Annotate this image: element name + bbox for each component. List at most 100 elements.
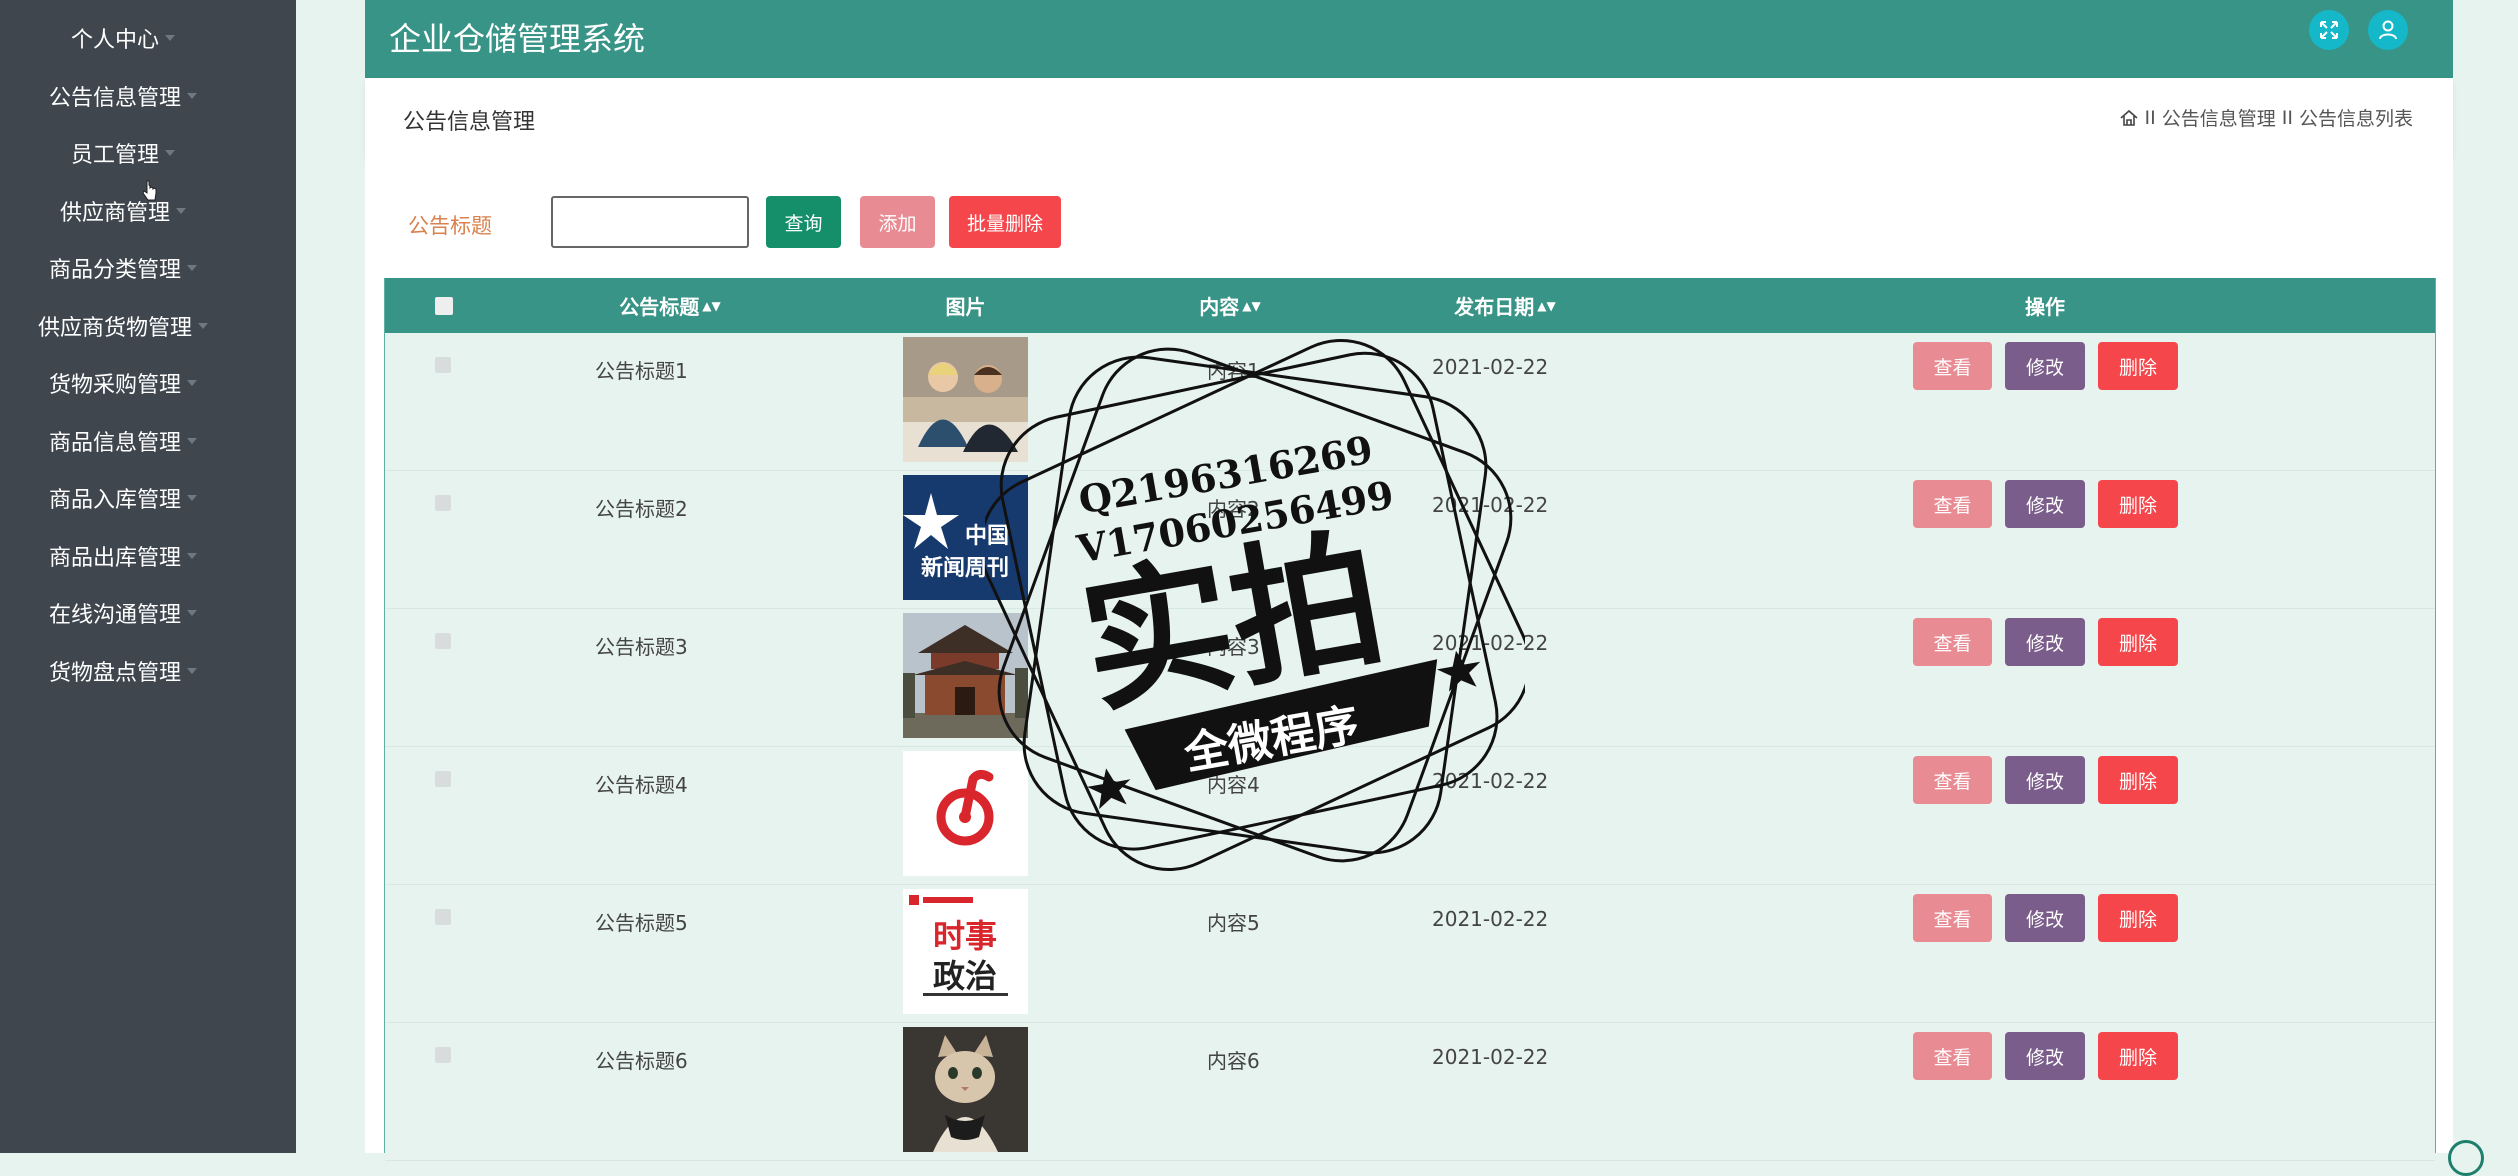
table-header: 公告标题 ▲▼ 图片 内容 ▲▼ 发布日期 ▲▼ 操作: [385, 278, 2435, 333]
row-date: 2021-02-22: [1432, 631, 1549, 655]
chevron-down-icon: [187, 553, 197, 559]
row-image[interactable]: [903, 613, 1028, 738]
delete-button[interactable]: 删除: [2098, 1032, 2178, 1080]
sort-icon: ▲▼: [1242, 298, 1261, 313]
main-content: 公告标题 查询 添加 批量删除 公告标题 ▲▼ 图片 内容 ▲▼ 发布日期 ▲▼ 操作…: [365, 158, 2453, 1161]
mouse-cursor-icon: [143, 180, 157, 201]
column-header-date[interactable]: 发布日期 ▲▼: [1430, 278, 1580, 333]
sidebar-item-employee-management[interactable]: 员工管理: [0, 133, 246, 173]
sidebar-item-personal-center[interactable]: 个人中心: [0, 18, 246, 58]
search-label: 公告标题: [408, 214, 492, 238]
query-button[interactable]: 查询: [766, 196, 841, 248]
chevron-down-icon: [187, 610, 197, 616]
chevron-down-icon: [187, 93, 197, 99]
photo-temple-image: [903, 613, 1028, 738]
home-icon[interactable]: [2119, 108, 2139, 128]
row-checkbox[interactable]: [435, 633, 451, 649]
sort-icon: ▲▼: [702, 298, 721, 313]
view-button[interactable]: 查看: [1913, 1032, 1992, 1080]
row-date: 2021-02-22: [1432, 355, 1549, 379]
sidebar-item-product-info-management[interactable]: 商品信息管理: [0, 421, 246, 461]
add-button[interactable]: 添加: [860, 196, 935, 248]
row-image[interactable]: [903, 1027, 1028, 1152]
sidebar-item-notice-management[interactable]: 公告信息管理: [0, 76, 246, 116]
app-title: 企业仓储管理系统: [389, 20, 646, 58]
chevron-down-icon: [187, 495, 197, 501]
row-title: 公告标题3: [595, 635, 688, 659]
delete-button[interactable]: 删除: [2098, 756, 2178, 804]
breadcrumb-item-notice-list: 公告信息列表: [2298, 108, 2413, 130]
breadcrumb-separator: II: [2281, 106, 2293, 129]
delete-button[interactable]: 删除: [2098, 480, 2178, 528]
user-button[interactable]: [2368, 10, 2408, 50]
sidebar-item-online-chat-management[interactable]: 在线沟通管理: [0, 593, 246, 633]
photo-two-people-image: [903, 337, 1028, 462]
view-button[interactable]: 查看: [1913, 618, 1992, 666]
edit-button[interactable]: 修改: [2005, 480, 2085, 528]
row-content: 内容5: [1207, 911, 1260, 935]
sidebar-item-inbound-management[interactable]: 商品入库管理: [0, 478, 246, 518]
sidebar-item-label: 商品信息管理: [48, 431, 181, 456]
chat-icon[interactable]: [2448, 1140, 2484, 1176]
edit-button[interactable]: 修改: [2005, 894, 2085, 942]
view-button[interactable]: 查看: [1913, 894, 1992, 942]
chevron-down-icon: [187, 380, 197, 386]
row-title: 公告标题1: [595, 359, 688, 383]
edit-button[interactable]: 修改: [2005, 618, 2085, 666]
row-content: 内容6: [1207, 1049, 1260, 1073]
sidebar-item-outbound-management[interactable]: 商品出库管理: [0, 536, 246, 576]
row-date: 2021-02-22: [1432, 769, 1549, 793]
edit-button[interactable]: 修改: [2005, 756, 2085, 804]
sidebar-item-label: 公告信息管理: [48, 86, 181, 111]
row-image[interactable]: [903, 337, 1028, 462]
row-checkbox[interactable]: [435, 357, 451, 373]
table-row: 公告标题5 时事 政治 内容5 2021-02-22 查看 修改 删除: [385, 885, 2435, 1023]
row-checkbox[interactable]: [435, 1047, 451, 1063]
column-header-content[interactable]: 内容 ▲▼: [1175, 278, 1285, 333]
table-row: 公告标题3 内容3 2021-02-22 查看 修改 删除: [385, 609, 2435, 747]
row-title: 公告标题2: [595, 497, 688, 521]
sidebar-item-label: 商品分类管理: [48, 258, 181, 283]
row-image[interactable]: 中国 新闻周刊: [903, 475, 1028, 600]
delete-button[interactable]: 删除: [2098, 618, 2178, 666]
sidebar-item-inventory-check-management[interactable]: 货物盘点管理: [0, 651, 246, 691]
table-row: 公告标题6 内容6 2021-02-22 查看 修改 删除: [385, 1023, 2435, 1161]
view-button[interactable]: 查看: [1913, 756, 1992, 804]
image-text: 中国: [965, 524, 1009, 549]
row-image[interactable]: [903, 751, 1028, 876]
sidebar-item-category-management[interactable]: 商品分类管理: [0, 248, 246, 288]
row-image[interactable]: 时事 政治: [903, 889, 1028, 1014]
view-button[interactable]: 查看: [1913, 342, 1992, 390]
edit-button[interactable]: 修改: [2005, 342, 2085, 390]
row-title: 公告标题5: [595, 911, 688, 935]
notice-title-search-input[interactable]: [551, 196, 749, 248]
row-checkbox[interactable]: [435, 495, 451, 511]
select-all-checkbox[interactable]: [435, 297, 453, 315]
column-header-image: 图片: [945, 295, 986, 319]
sidebar-item-label: 个人中心: [70, 28, 159, 53]
row-date: 2021-02-22: [1432, 1045, 1549, 1069]
row-checkbox[interactable]: [435, 909, 451, 925]
sidebar-item-supplier-goods-management[interactable]: 供应商货物管理: [0, 306, 246, 346]
edit-button[interactable]: 修改: [2005, 1032, 2085, 1080]
sidebar-item-purchase-management[interactable]: 货物采购管理: [0, 363, 246, 403]
image-text: 新闻周刊: [921, 555, 1009, 581]
delete-button[interactable]: 删除: [2098, 894, 2178, 942]
row-content: 内容4: [1207, 773, 1260, 797]
breadcrumb-item-notice-management[interactable]: 公告信息管理: [2162, 104, 2276, 131]
sort-icon: ▲▼: [1537, 298, 1556, 313]
row-checkbox[interactable]: [435, 771, 451, 787]
current-politics-magazine-image: 时事 政治: [903, 889, 1028, 1014]
sidebar-item-label: 货物采购管理: [48, 373, 181, 398]
page-title: 公告信息管理: [403, 110, 536, 135]
row-content: 内容2: [1207, 497, 1260, 521]
chevron-down-icon: [198, 323, 208, 329]
table-row: 公告标题1 内容1 2021-02-22 查看 修改 删除: [385, 333, 2435, 471]
sidebar-item-supplier-management[interactable]: 供应商管理: [0, 191, 246, 231]
fullscreen-button[interactable]: [2309, 10, 2349, 50]
batch-delete-button[interactable]: 批量删除: [949, 196, 1061, 248]
chevron-down-icon: [187, 438, 197, 444]
delete-button[interactable]: 删除: [2098, 342, 2178, 390]
column-header-title[interactable]: 公告标题 ▲▼: [595, 278, 745, 333]
view-button[interactable]: 查看: [1913, 480, 1992, 528]
